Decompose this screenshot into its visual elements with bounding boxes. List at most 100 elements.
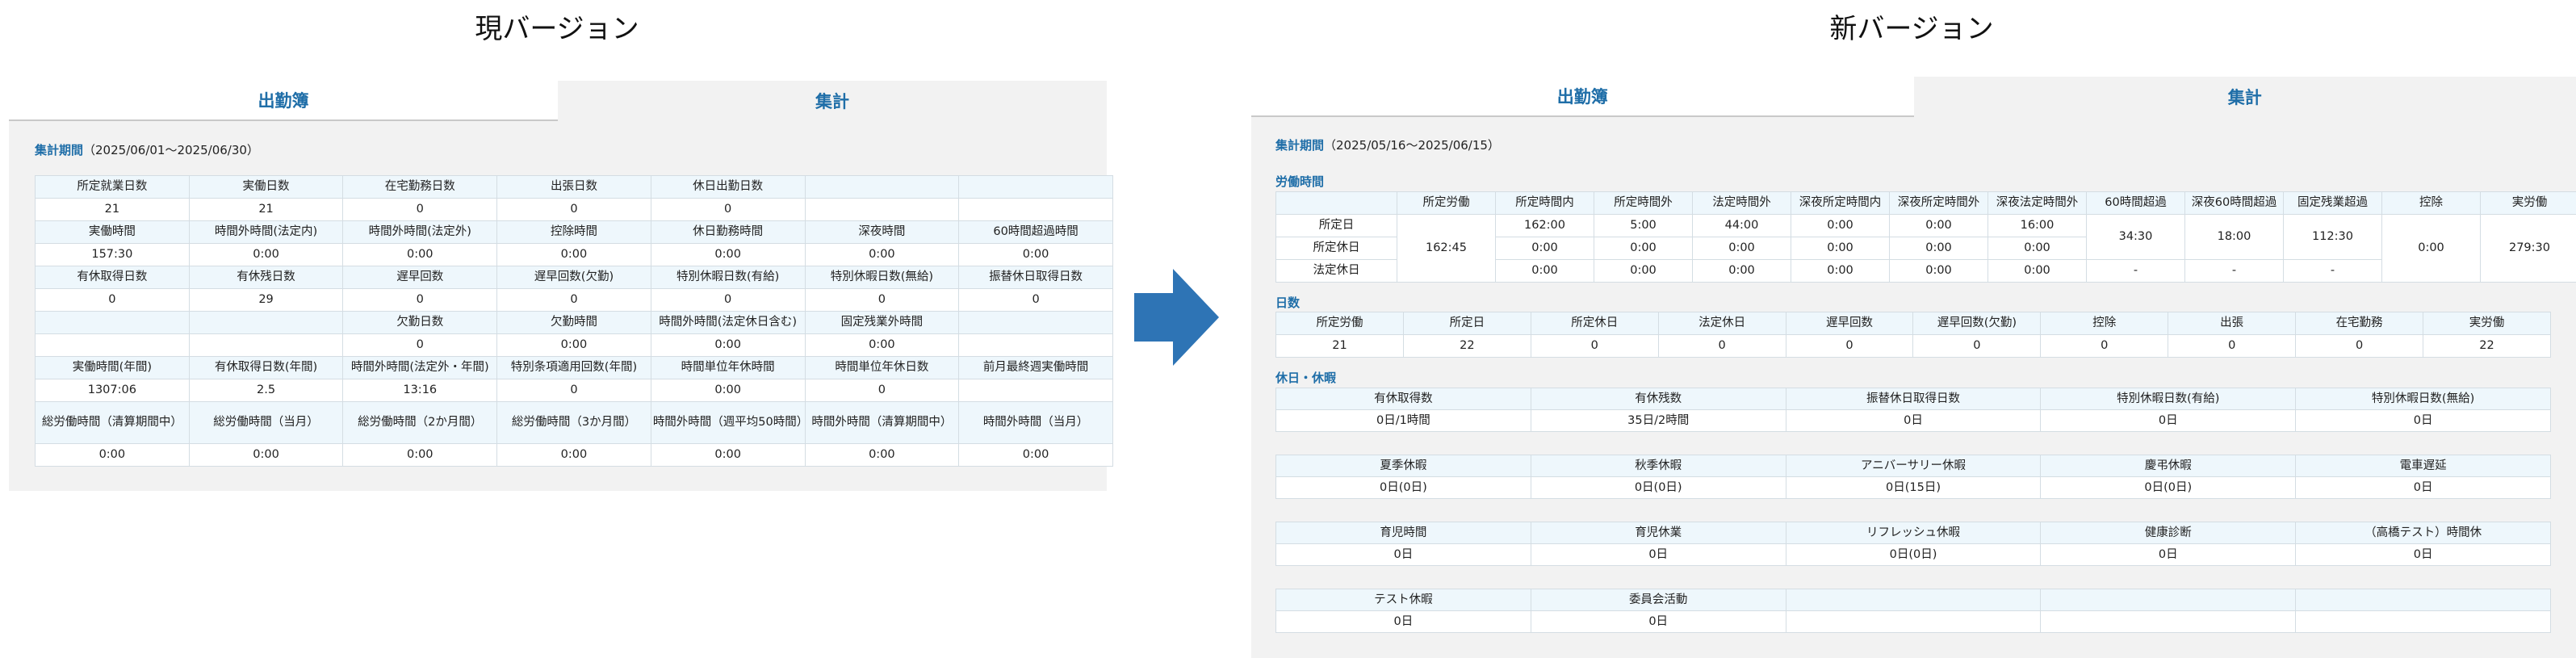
header-cell: 所定休日 bbox=[1530, 312, 1659, 335]
header-cell: 有休残数 bbox=[1530, 388, 1786, 410]
value-cell: 0:00 bbox=[804, 243, 960, 266]
value-cell: 0:00 bbox=[1692, 259, 1791, 283]
value-cell: 0 bbox=[35, 288, 190, 312]
tab-attendance[interactable]: 出勤簿 bbox=[9, 81, 558, 121]
table-row: 0 0:00 0:00 0:00 bbox=[35, 333, 1113, 357]
summary-period: 集計期間（2025/05/16～2025/06/15） bbox=[1275, 136, 1500, 153]
table-row: 所定就業日数 実働日数 在宅勤務日数 出張日数 休日出勤日数 bbox=[35, 175, 1113, 199]
value-cell: 0:00 bbox=[35, 443, 190, 467]
header-cell: 実働日数 bbox=[188, 175, 344, 199]
header-cell: 深夜時間 bbox=[804, 220, 960, 244]
table-row: 0日/1時間 35日/2時間 0日 0日 0日 bbox=[1275, 409, 2551, 432]
value-cell: 29 bbox=[188, 288, 344, 312]
value-cell: - bbox=[2184, 259, 2284, 283]
header-cell: 法定時間外 bbox=[1692, 191, 1791, 215]
value-cell: 0:00 bbox=[958, 243, 1113, 266]
header-cell: 健康診断 bbox=[2040, 522, 2297, 544]
row-label: 所定休日 bbox=[1275, 237, 1397, 260]
table-row: 1307:06 2.5 13:16 0 0:00 0 bbox=[35, 379, 1113, 402]
value-cell: 0 bbox=[342, 198, 498, 221]
value-cell: 0:00 bbox=[188, 243, 344, 266]
table-row: 有休取得日数 有休残日数 遅早回数 遅早回数(欠勤) 特別休暇日数(有給) 特別休暇日数(… bbox=[35, 266, 1113, 289]
value-cell: 0日(0日) bbox=[2040, 476, 2297, 499]
value-cell: 0 bbox=[2040, 334, 2169, 358]
value-cell: 0 bbox=[342, 333, 498, 357]
value-cell: 0:00 bbox=[1594, 237, 1693, 260]
value-cell: 0 bbox=[804, 379, 960, 402]
value-cell: 0:00 bbox=[804, 333, 960, 357]
value-cell: 0:00 bbox=[650, 243, 806, 266]
header-cell: 時間外時間（週平均50時間） bbox=[650, 401, 806, 444]
days-title: 日数 bbox=[1275, 295, 1301, 310]
value-cell: 0 bbox=[650, 288, 806, 312]
value-cell: 0:00 bbox=[1495, 259, 1594, 283]
header-cell bbox=[188, 311, 344, 334]
value-cell: 0:00 bbox=[1791, 214, 1890, 237]
header-cell: 法定休日 bbox=[1657, 312, 1786, 335]
tab-summary[interactable]: 集計 bbox=[1914, 77, 2576, 117]
value-cell: 0日 bbox=[2040, 543, 2297, 566]
header-cell: 在宅勤務日数 bbox=[342, 175, 498, 199]
header-cell bbox=[2040, 589, 2297, 611]
value-cell: 0 bbox=[496, 288, 651, 312]
header-cell: 控除時間 bbox=[496, 220, 651, 244]
header-cell: アニバーサリー休暇 bbox=[1785, 455, 2042, 477]
header-cell: 特別休暇日数(無給) bbox=[804, 266, 960, 289]
value-cell: 0:00 bbox=[2381, 214, 2481, 283]
value-cell: 44:00 bbox=[1692, 214, 1791, 237]
value-cell: 0:00 bbox=[188, 443, 344, 467]
value-cell bbox=[1785, 610, 2042, 633]
table-row: 夏季休暇 秋季休暇 アニバーサリー休暇 慶弔休暇 電車遅延 bbox=[1275, 455, 2551, 477]
header-cell: 所定労働 bbox=[1397, 191, 1496, 215]
header-cell: 時間外時間（当月） bbox=[958, 401, 1113, 444]
value-cell: 0:00 bbox=[1889, 259, 1988, 283]
header-cell: 特別休暇日数(有給) bbox=[2040, 388, 2297, 410]
table-row: 0日(0日) 0日(0日) 0日(15日) 0日(0日) 0日 bbox=[1275, 476, 2551, 499]
value-cell bbox=[958, 198, 1113, 221]
header-cell: 育児休業 bbox=[1530, 522, 1786, 544]
header-cell: 実労働 bbox=[2423, 312, 2551, 335]
header-cell: 時間単位年休日数 bbox=[804, 356, 960, 379]
header-cell: 遅早回数(欠勤) bbox=[1912, 312, 2042, 335]
header-cell: 振替休日取得日数 bbox=[1785, 388, 2042, 410]
table-row: 0日 0日 bbox=[1275, 610, 2551, 633]
value-cell: 0:00 bbox=[1889, 237, 1988, 260]
value-cell: 22 bbox=[2423, 334, 2551, 358]
header-cell bbox=[2295, 589, 2551, 611]
value-cell: 0:00 bbox=[496, 443, 651, 467]
header-cell: 欠勤時間 bbox=[496, 311, 651, 334]
value-cell: 0 bbox=[650, 198, 806, 221]
header-cell: 深夜所定時間外 bbox=[1889, 191, 1988, 215]
header-cell: 前月最終週実働時間 bbox=[958, 356, 1113, 379]
header-cell: 実働時間 bbox=[35, 220, 190, 244]
days-table: 所定労働 所定日 所定休日 法定休日 遅早回数 遅早回数(欠勤) 控除 出張 在宅勤務 実労働 21… bbox=[1275, 312, 2551, 358]
header-cell: 委員会活動 bbox=[1530, 589, 1786, 611]
header-cell: 固定残業外時間 bbox=[804, 311, 960, 334]
table-row: 0日 0日 0日(0日) 0日 0日 bbox=[1275, 543, 2551, 566]
value-cell bbox=[958, 379, 1113, 402]
table-row: テスト休暇 委員会活動 bbox=[1275, 589, 2551, 611]
header-cell: 休日出勤日数 bbox=[650, 175, 806, 199]
tab-summary[interactable]: 集計 bbox=[558, 81, 1107, 121]
value-cell: 21 bbox=[188, 198, 344, 221]
header-cell: 振替休日取得日数 bbox=[958, 266, 1113, 289]
working-hours-table: 所定労働 所定時間内 所定時間外 法定時間外 深夜所定時間内 深夜所定時間外 深夜法定時間外… bbox=[1275, 191, 2576, 283]
tab-attendance[interactable]: 出勤簿 bbox=[1251, 77, 1914, 117]
header-cell: 電車遅延 bbox=[2295, 455, 2551, 477]
value-cell: 0:00 bbox=[342, 243, 498, 266]
value-cell: 0:00 bbox=[650, 443, 806, 467]
value-cell: 16:00 bbox=[1987, 214, 2087, 237]
value-cell: 0日(0日) bbox=[1530, 476, 1786, 499]
header-cell: 控除 bbox=[2381, 191, 2481, 215]
value-cell: 0 bbox=[2295, 334, 2424, 358]
table-row: 21 21 0 0 0 bbox=[35, 198, 1113, 221]
value-cell: 0 bbox=[1912, 334, 2042, 358]
value-cell: 22 bbox=[1402, 334, 1531, 358]
header-cell: 控除 bbox=[2040, 312, 2169, 335]
header-cell: 60時間超過 bbox=[2086, 191, 2185, 215]
value-cell: 5:00 bbox=[1594, 214, 1693, 237]
table-row: 総労働時間（清算期間中） 総労働時間（当月） 総労働時間（2か月間） 総労働時間（3か… bbox=[35, 401, 1113, 444]
value-cell: 0日 bbox=[2295, 543, 2551, 566]
value-cell: 0日/1時間 bbox=[1275, 409, 1531, 432]
header-cell: 総労働時間（清算期間中） bbox=[35, 401, 190, 444]
